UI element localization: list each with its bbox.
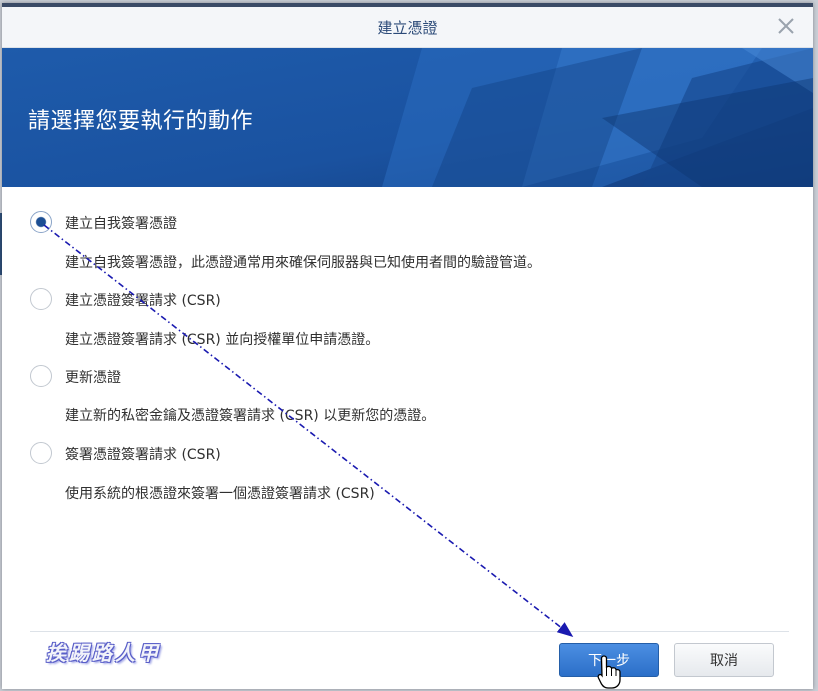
banner-heading: 請選擇您要執行的動作 <box>28 109 254 134</box>
option-label: 簽署憑證簽署請求 (CSR) <box>65 447 221 463</box>
next-button[interactable]: 下一步 <box>559 643 659 677</box>
radio-create-self-signed[interactable] <box>30 211 52 233</box>
option-sign-csr[interactable]: 簽署憑證簽署請求 (CSR) <box>28 442 768 468</box>
option-label: 建立自我簽署憑證 <box>65 216 177 232</box>
option-description: 建立新的私密金鑰及憑證簽署請求 (CSR) 以更新您的憑證。 <box>65 408 436 424</box>
create-certificate-dialog: 建立憑證 請選擇您要執行的動作 建立自我簽署憑證 建立自我簽署憑證，此憑證通常用… <box>2 3 813 689</box>
dialog-title: 建立憑證 <box>377 19 438 37</box>
option-label: 建立憑證簽署請求 (CSR) <box>65 293 221 309</box>
option-create-csr[interactable]: 建立憑證簽署請求 (CSR) <box>28 288 768 314</box>
header-banner: 請選擇您要執行的動作 <box>2 48 813 187</box>
option-renew-certificate[interactable]: 更新憑證 <box>28 365 768 391</box>
option-description: 建立憑證簽署請求 (CSR) 並向授權單位申請憑證。 <box>65 332 380 348</box>
dialog-titlebar: 建立憑證 <box>2 7 813 48</box>
option-label: 更新憑證 <box>65 370 121 386</box>
radio-create-csr[interactable] <box>30 288 52 310</box>
option-description: 建立自我簽署憑證，此憑證通常用來確保伺服器與已知使用者間的驗證管道。 <box>65 255 541 271</box>
option-description: 使用系統的根憑證來簽署一個憑證簽署請求 (CSR) <box>65 486 375 502</box>
cancel-button[interactable]: 取消 <box>674 643 774 677</box>
radio-sign-csr[interactable] <box>30 442 52 464</box>
close-button[interactable] <box>773 13 799 39</box>
watermark-text: 挨踢路人甲 <box>46 641 161 665</box>
radio-renew-certificate[interactable] <box>30 365 52 387</box>
close-icon <box>778 18 794 34</box>
option-create-self-signed[interactable]: 建立自我簽署憑證 <box>28 211 768 237</box>
footer-divider <box>30 631 789 632</box>
